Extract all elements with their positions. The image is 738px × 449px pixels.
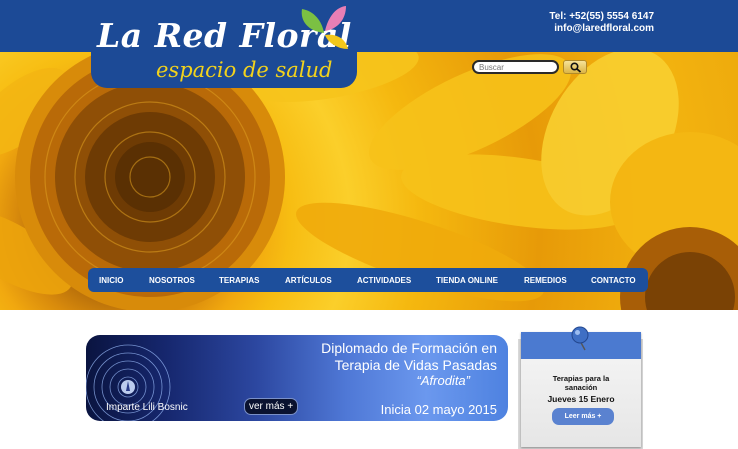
- note-title: Terapias para la sanación: [521, 374, 641, 392]
- nav-item-terapias[interactable]: TERAPIAS: [219, 276, 259, 285]
- nav-item-inicio[interactable]: INICIO: [99, 276, 123, 285]
- logo-subtitle: espacio de salud: [156, 58, 333, 82]
- leer-mas-button[interactable]: Leer más +: [552, 408, 614, 425]
- banner-title-line3: “Afrodita”: [416, 373, 470, 388]
- main-nav: INICIO NOSOTROS TERAPIAS ARTÍCULOS ACTIV…: [88, 268, 648, 292]
- search-icon: [570, 62, 582, 73]
- search-button[interactable]: [563, 60, 587, 74]
- nav-item-contacto[interactable]: CONTACTO: [591, 276, 636, 285]
- search-input[interactable]: [472, 60, 559, 74]
- banner-instructor: Imparte Lili Bosnic: [106, 402, 188, 413]
- nav-item-articulos[interactable]: ARTÍCULOS: [285, 276, 332, 285]
- note-title-line2: sanación: [564, 383, 598, 392]
- note-title-line1: Terapias para la: [552, 374, 610, 383]
- nav-item-remedios[interactable]: REMEDIOS: [524, 276, 567, 285]
- banner-start-date: Inicia 02 mayo 2015: [380, 402, 497, 417]
- banner-title-line1: Diplomado de Formación en: [321, 340, 497, 356]
- ver-mas-button[interactable]: ver más +: [244, 398, 299, 415]
- diplomado-banner[interactable]: Diplomado de Formación en Terapia de Vid…: [86, 335, 508, 421]
- pushpin-icon: [571, 326, 589, 351]
- contact-info: Tel: +52(55) 5554 6147 info@laredfloral.…: [549, 11, 654, 35]
- note-date: Jueves 15 Enero: [547, 394, 615, 404]
- event-note-card[interactable]: Terapias para la sanación Jueves 15 Ener…: [521, 326, 641, 447]
- page: La Red Floral espacio de salud Tel: +52(…: [0, 0, 738, 449]
- banner-title-line2: Terapia de Vidas Pasadas: [334, 357, 497, 373]
- logo-leaves-icon: [301, 6, 348, 49]
- contact-phone: Tel: +52(55) 5554 6147: [549, 11, 654, 22]
- nav-item-actividades[interactable]: ACTIVIDADES: [357, 276, 411, 285]
- nav-item-tienda-online[interactable]: TIENDA ONLINE: [436, 276, 498, 285]
- nav-item-nosotros[interactable]: NOSOTROS: [149, 276, 195, 285]
- contact-email[interactable]: info@laredfloral.com: [549, 23, 654, 35]
